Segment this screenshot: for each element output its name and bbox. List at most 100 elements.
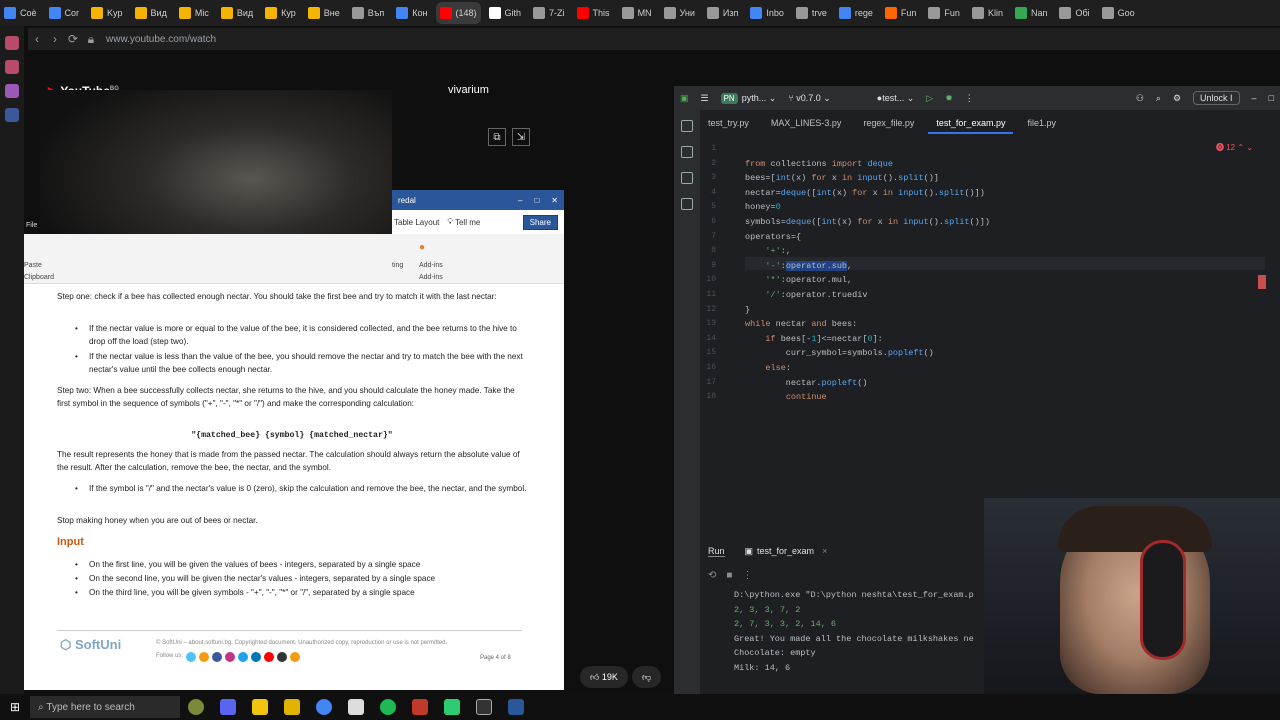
url-text[interactable]: www.youtube.com/watch [106, 34, 216, 45]
close-icon[interactable]: × [822, 546, 827, 556]
code-line[interactable]: '*':operator.mul, [745, 275, 852, 285]
file-tab[interactable]: File [26, 222, 37, 229]
console-output[interactable]: D:\python.exe "D:\python neshta\test_for… [734, 590, 994, 690]
add-user-icon[interactable]: ⚇ [1136, 93, 1144, 104]
browser-tab[interactable]: Изп [703, 2, 742, 24]
app-icon[interactable] [412, 699, 428, 715]
editor-tab[interactable]: regex_file.py [855, 116, 922, 134]
more-icon[interactable]: ⋮ [965, 93, 974, 104]
browser-tab[interactable]: Klin [968, 2, 1007, 24]
code-line[interactable]: continue [745, 392, 827, 402]
run-tab[interactable]: test_for_exam [757, 546, 814, 556]
editing-group[interactable]: ting [392, 262, 403, 269]
project-selector[interactable]: PN pyth... ⌄ [720, 92, 776, 104]
instagram-icon[interactable] [5, 36, 19, 50]
facebook-icon[interactable] [5, 108, 19, 122]
chrome-icon[interactable] [316, 699, 332, 715]
editor-tab[interactable]: test_for_exam.py [928, 116, 1014, 134]
notepad-icon[interactable] [348, 699, 364, 715]
youtube-icon[interactable] [264, 651, 275, 662]
dislike-button[interactable]: 👎︎ [631, 666, 662, 688]
start-button[interactable]: ⊞ [0, 700, 30, 714]
code-line[interactable]: if bees[-1]<=nectar[0]: [745, 334, 882, 344]
browser-tab[interactable]: Gith [485, 2, 526, 24]
browser-tab[interactable]: Вид [131, 2, 171, 24]
code-line[interactable]: operators={ [745, 232, 801, 242]
browser-tab[interactable]: MN [618, 2, 656, 24]
browser-tab[interactable]: Fun [881, 2, 921, 24]
gear-icon[interactable]: ⚙ [1173, 93, 1181, 104]
linkedin-icon[interactable] [251, 651, 262, 662]
browser-tab[interactable]: Mic [175, 2, 213, 24]
word-icon[interactable] [508, 699, 524, 715]
browser-tab[interactable]: Кон [392, 2, 431, 24]
code-line[interactable]: symbols=deque([int(x) for x in input().s… [745, 217, 990, 227]
code-line[interactable]: honey=0 [745, 202, 781, 212]
search-icon[interactable]: ⌕ [1156, 93, 1161, 104]
browser-tab[interactable]: Обі [1055, 2, 1093, 24]
instagram-icon[interactable] [225, 651, 236, 662]
browser-tab[interactable]: (148) [435, 2, 481, 24]
browser-tab[interactable]: Kyp [87, 2, 127, 24]
browser-tab[interactable]: trve [792, 2, 831, 24]
tell-me[interactable]: Tell me [455, 218, 480, 227]
tennis-icon[interactable] [188, 699, 204, 715]
debug-icon[interactable]: ✹ [945, 93, 953, 104]
code-line[interactable]: '+':, [745, 246, 791, 256]
run-tab-title[interactable]: Run [708, 546, 725, 557]
addins-button[interactable]: Add-ins [419, 262, 443, 269]
minimize-icon[interactable]: – [518, 196, 522, 205]
back-icon[interactable]: ‹ [28, 32, 46, 46]
browser-tab[interactable]: Cor [45, 2, 84, 24]
twitter-icon[interactable] [238, 651, 249, 662]
forward-icon[interactable]: › [46, 32, 64, 46]
code-line[interactable]: } [745, 305, 750, 315]
code-line[interactable]: nectar=deque([int(x) for x in input().sp… [745, 188, 985, 198]
folder-icon[interactable] [681, 120, 693, 132]
browser-tab[interactable]: Coè [0, 2, 41, 24]
maximize-icon[interactable]: □ [534, 196, 539, 205]
browser-tab[interactable]: Уни [660, 2, 699, 24]
spotify-icon[interactable] [380, 699, 396, 715]
pycharm-icon[interactable] [444, 699, 460, 715]
stop-icon[interactable]: ■ [726, 570, 732, 581]
run-config[interactable]: ● test... ⌄ [877, 93, 915, 104]
share-button[interactable]: Share [522, 214, 558, 230]
error-count-badge[interactable]: ⓿ 12 ⌃ ⌄ [1216, 142, 1253, 153]
code-line[interactable]: bees=[int(x) for x in input().split()] [745, 173, 939, 183]
code-line[interactable]: '/':operator.truediv [745, 290, 867, 300]
like-button[interactable]: 👍︎ 19K [580, 666, 628, 688]
maximize-icon[interactable]: □ [1269, 93, 1274, 103]
code-editor[interactable]: from collections import deque bees=[int(x… [745, 140, 1245, 540]
code-line[interactable]: else: [745, 363, 791, 373]
globe-icon[interactable] [186, 651, 197, 662]
minimize-icon[interactable]: – [1252, 93, 1257, 103]
rerun-icon[interactable]: ⟲ [708, 570, 716, 581]
paste-button[interactable]: Paste [24, 262, 42, 269]
code-line[interactable]: nectar.popleft() [745, 378, 868, 388]
more-tools-icon[interactable] [681, 198, 693, 210]
browser-tab[interactable]: Inbo [746, 2, 788, 24]
browser-tab[interactable]: Кур [261, 2, 300, 24]
code-line[interactable]: curr_symbol=symbols.popleft() [745, 348, 934, 358]
app-icon[interactable] [5, 60, 19, 74]
browser-tab[interactable]: Въп [348, 2, 389, 24]
more-icon[interactable]: ⋮ [742, 570, 752, 581]
code-line[interactable]: from collections import deque [745, 159, 893, 169]
browser-tab[interactable]: rege [835, 2, 877, 24]
browser-tab[interactable]: Nan [1011, 2, 1052, 24]
softuni-icon[interactable] [199, 651, 210, 662]
taskbar-search[interactable]: ⌕ Type here to search [30, 696, 180, 718]
softuni-icon[interactable] [290, 651, 301, 662]
files-icon[interactable] [252, 699, 268, 715]
main-menu-icon[interactable]: ☰ [701, 93, 709, 104]
discord-icon[interactable] [220, 699, 236, 715]
browser-tab[interactable]: Вне [304, 2, 344, 24]
structure-icon[interactable] [681, 172, 693, 184]
github-icon[interactable] [277, 651, 288, 662]
run-icon[interactable]: ▷ [926, 93, 933, 104]
editor-tab[interactable]: test_try.py [700, 116, 757, 134]
code-line[interactable]: while nectar and bees: [745, 319, 857, 329]
browser-tab[interactable]: Fun [924, 2, 964, 24]
miniplayer-icon[interactable]: ⧉ [488, 128, 506, 146]
